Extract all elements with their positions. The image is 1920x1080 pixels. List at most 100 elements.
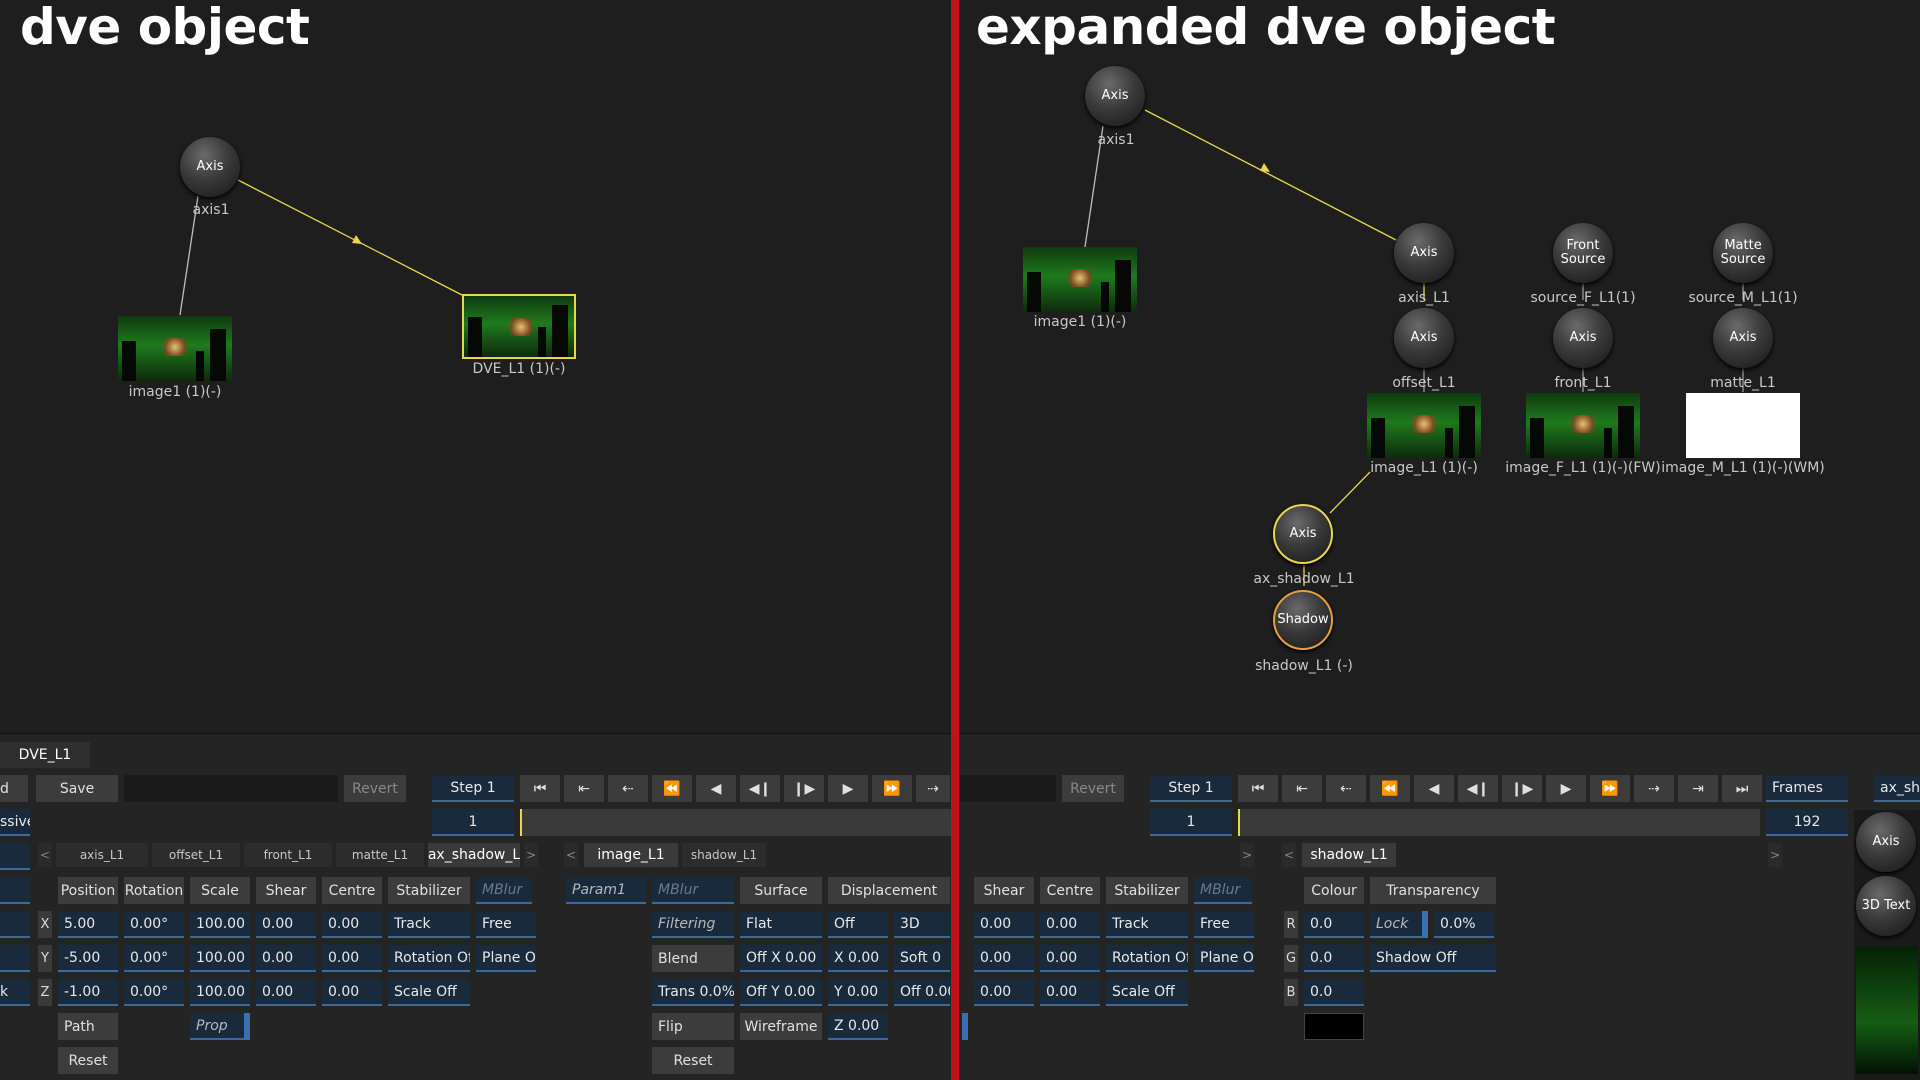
offset-l1-node[interactable]: Axis [1394,308,1454,368]
timeline-bar-right[interactable] [1238,809,1760,836]
off-x-field[interactable]: Off X 0.00 [740,945,822,972]
matte-l1-node[interactable]: Axis [1713,308,1773,368]
param1-field[interactable]: Param1 [566,877,646,904]
prev-mark-icon-right[interactable]: ⇠ [1326,775,1366,802]
shear-header-2[interactable]: Shear [974,877,1034,904]
next-mark-icon[interactable]: ⇢ [916,775,950,802]
play-icon-right[interactable]: ▶ [1546,775,1586,802]
dve-name-tab[interactable]: DVE_L1 [0,742,90,768]
lock-slider-handle[interactable] [1422,911,1428,938]
3d-text-tool-button[interactable]: 3D Text [1856,876,1916,936]
tab-image-l1[interactable]: image_L1 [584,843,678,867]
step-button[interactable]: Step 1 [432,775,514,802]
mblur-field-2[interactable]: MBlur [652,877,734,904]
mblur-field[interactable]: MBlur [476,877,532,904]
path-button[interactable]: Path [58,1013,118,1040]
image-l1-thumbnail[interactable] [1367,393,1481,458]
tab2-scroll-left-icon[interactable]: < [564,843,578,867]
matte-source-node[interactable]: Matte Source [1713,223,1773,283]
go-start-icon-right[interactable]: ⏮ [1238,775,1278,802]
shear-x-field-2[interactable]: 0.00 [974,911,1034,938]
rotation-header[interactable]: Rotation [124,877,184,904]
tab3-scroll-right-icon[interactable]: > [1768,843,1782,867]
y-field[interactable]: Y 0.00 [828,979,888,1006]
soft-field[interactable]: Soft 0 [894,945,950,972]
centre-y-field[interactable]: 0.00 [322,945,382,972]
tab-front-l1[interactable]: front_L1 [244,843,332,867]
transparency-header[interactable]: Transparency [1370,877,1496,904]
track-field-2[interactable]: Track [1106,911,1188,938]
rewind-icon-right[interactable]: ⏪ [1370,775,1410,802]
revert-button-right[interactable]: Revert [1062,775,1124,802]
wireframe-button[interactable]: Wireframe [740,1013,822,1040]
frames-button[interactable]: Frames [1766,775,1848,802]
prev-mark-icon[interactable]: ⇠ [608,775,648,802]
scale-off-field-2[interactable]: Scale Off [1106,979,1188,1006]
colour-header[interactable]: Colour [1304,877,1364,904]
axis-l1-node[interactable]: Axis [1394,223,1454,283]
position-header[interactable]: Position [58,877,118,904]
z-field[interactable]: Z 0.00 [828,1013,888,1040]
prop-field[interactable]: Prop [190,1013,246,1040]
centre-y-field-2[interactable]: 0.00 [1040,945,1100,972]
free-field[interactable]: Free [476,911,536,938]
mblur-field-3[interactable]: MBlur [1194,877,1252,904]
off-y-field[interactable]: Off Y 0.00 [740,979,822,1006]
play-icon[interactable]: ▶ [828,775,868,802]
filtering-field[interactable]: Filtering [652,911,734,938]
step-back-icon-right[interactable]: ◀❙ [1458,775,1498,802]
tab-scroll-left-icon[interactable]: < [38,843,52,867]
rotation-z-field[interactable]: 0.00° [124,979,184,1006]
plane-off-field-2[interactable]: Plane Off [1194,945,1254,972]
centre-x-field[interactable]: 0.00 [322,911,382,938]
scale-x-field[interactable]: 100.00 [190,911,250,938]
name-input-right[interactable] [960,775,1056,802]
tab-axis-l1[interactable]: axis_L1 [56,843,148,867]
scale-z-field[interactable]: 100.00 [190,979,250,1006]
prev-key-icon[interactable]: ⇤ [564,775,604,802]
current-frame-field-right[interactable]: 1 [1150,809,1232,836]
free-field-2[interactable]: Free [1194,911,1254,938]
image-f-l1-thumbnail[interactable] [1526,393,1640,458]
dve-node-thumbnail[interactable] [462,294,576,359]
render-mode-field[interactable]: ssive [0,809,30,836]
play-reverse-icon-right[interactable]: ◀ [1414,775,1454,802]
shear-y-field[interactable]: 0.00 [256,945,316,972]
colour-swatch[interactable] [1304,1013,1364,1040]
tab-matte-l1[interactable]: matte_L1 [336,843,424,867]
image1-node-thumbnail[interactable] [1023,247,1137,312]
play-reverse-icon[interactable]: ◀ [696,775,736,802]
rotation-off-field-2[interactable]: Rotation Off [1106,945,1188,972]
next-key-icon-right[interactable]: ⇥ [1678,775,1718,802]
rewind-icon[interactable]: ⏪ [652,775,692,802]
shear-y-field-2[interactable]: 0.00 [974,945,1034,972]
rotation-off-field[interactable]: Rotation Off [388,945,470,972]
image-m-l1-thumbnail[interactable] [1686,393,1800,458]
rotation-y-field[interactable]: 0.00° [124,945,184,972]
reset-button[interactable]: Reset [58,1047,118,1074]
reset-button-2[interactable]: Reset [652,1047,734,1074]
centre-z-field[interactable]: 0.00 [322,979,382,1006]
step-button-right[interactable]: Step 1 [1150,775,1232,802]
step-forward-icon[interactable]: ❙▶ [784,775,824,802]
image-node-thumbnail[interactable] [118,316,232,381]
cut-button[interactable]: d [0,775,28,802]
tab2-scroll-right-icon[interactable]: > [1240,843,1254,867]
axis-tool-button[interactable]: Axis [1856,812,1916,872]
shadow-node[interactable]: Shadow [1273,590,1333,650]
surface-header[interactable]: Surface [740,877,822,904]
stabilizer-header[interactable]: Stabilizer [388,877,470,904]
transparency-value-field[interactable]: 0.0% [1434,911,1494,938]
green-field[interactable]: 0.0 [1304,945,1364,972]
x-field[interactable]: X 0.00 [828,945,888,972]
step-forward-icon-right[interactable]: ❙▶ [1502,775,1542,802]
track-field[interactable]: Track [388,911,470,938]
flat-field[interactable]: Flat [740,911,822,938]
tab-scroll-right-icon[interactable]: > [524,843,538,867]
shear-x-field[interactable]: 0.00 [256,911,316,938]
front-source-node[interactable]: Front Source [1553,223,1613,283]
ax-shadow-node[interactable]: Axis [1273,504,1333,564]
revert-button[interactable]: Revert [344,775,406,802]
tab-ax-shadow[interactable]: ax_shadow_L [428,843,520,867]
axis-node[interactable]: Axis [180,137,240,197]
